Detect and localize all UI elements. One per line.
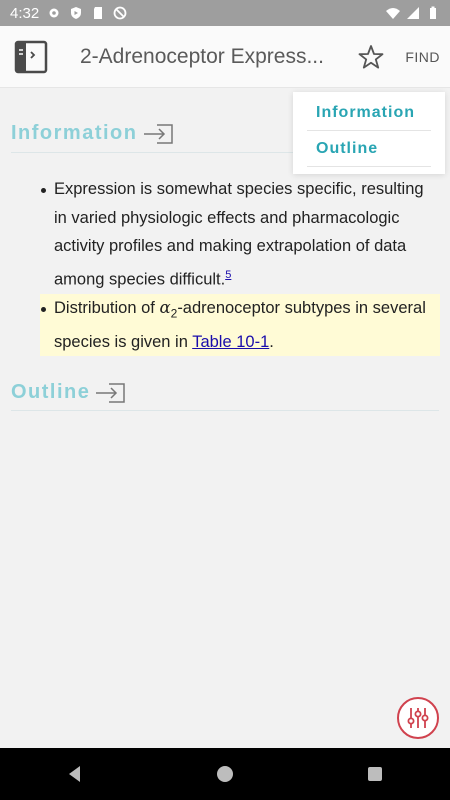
toc-divider xyxy=(307,166,431,167)
signal-icon xyxy=(407,7,419,19)
status-time: 4:32 xyxy=(10,4,40,22)
list-item: Expression is somewhat species specific,… xyxy=(41,175,440,294)
sd-card-icon xyxy=(94,7,103,19)
sliders-icon xyxy=(407,708,429,728)
table-link[interactable]: Table 10-1 xyxy=(192,333,269,351)
gear-icon xyxy=(49,8,59,18)
reference-link[interactable]: 5 xyxy=(225,269,231,281)
toc-item-outline[interactable]: Outline xyxy=(316,140,378,158)
section-heading-outline[interactable]: Outline xyxy=(11,381,126,404)
app-bar: 2-Adrenoceptor Express... FIND xyxy=(0,26,450,88)
enter-icon xyxy=(96,382,126,403)
battery-icon xyxy=(430,6,436,19)
no-disturb-icon xyxy=(113,6,127,20)
back-icon[interactable] xyxy=(65,764,85,784)
bullet-suffix: . xyxy=(269,332,274,351)
book-icon[interactable] xyxy=(14,40,48,74)
enter-icon xyxy=(143,123,173,144)
star-outline-icon[interactable] xyxy=(358,44,384,70)
toc-divider xyxy=(307,130,431,131)
find-button[interactable]: FIND xyxy=(405,49,440,65)
home-icon[interactable] xyxy=(215,764,235,784)
settings-fab[interactable] xyxy=(397,697,439,739)
alpha-symbol: α xyxy=(159,298,171,317)
content-area: Information Expression is somewhat speci… xyxy=(0,88,450,748)
toc-item-information[interactable]: Information xyxy=(316,104,415,122)
status-bar: 4:32 xyxy=(0,0,450,26)
section-heading-information[interactable]: Information xyxy=(11,122,174,145)
section-heading-label: Outline xyxy=(11,381,91,403)
page-title: 2-Adrenoceptor Express... xyxy=(80,44,324,68)
section-divider xyxy=(11,410,439,411)
recents-icon[interactable] xyxy=(365,764,385,784)
bullet-prefix: Distribution of xyxy=(54,299,160,317)
shield-icon xyxy=(71,7,82,19)
toc-popup: Information Outline xyxy=(293,92,445,174)
bullet-text: Expression is somewhat species specific,… xyxy=(54,180,424,288)
wifi-icon xyxy=(386,8,400,19)
list-item-highlighted: Distribution of α2-adrenoceptor subtypes… xyxy=(41,294,440,356)
navigation-bar xyxy=(0,748,450,800)
section-heading-label: Information xyxy=(11,122,138,144)
